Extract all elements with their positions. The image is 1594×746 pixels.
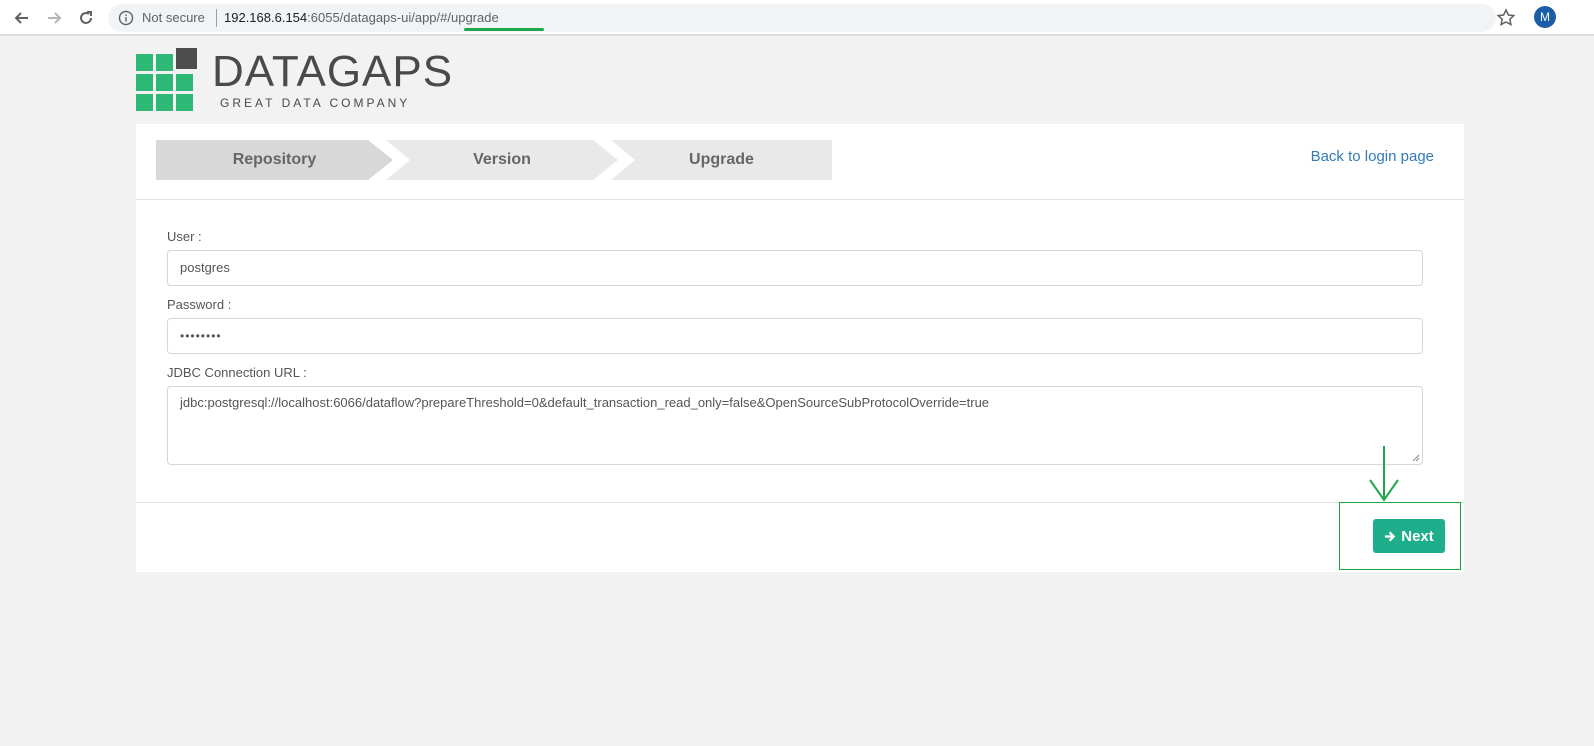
back-to-login-link[interactable]: Back to login page	[1311, 148, 1434, 165]
address-bar[interactable]: Not secure 192.168.6.154:6055/datagaps-u…	[108, 4, 1496, 32]
step-upgrade[interactable]: Upgrade	[611, 140, 832, 180]
jdbc-url-label: JDBC Connection URL :	[167, 365, 307, 380]
upgrade-wizard-card: Repository Version Upgrade Back to login…	[136, 124, 1464, 572]
logo-tagline: GREAT DATA COMPANY	[220, 96, 411, 110]
wizard-steps: Repository Version Upgrade	[156, 140, 836, 180]
info-icon[interactable]	[118, 10, 134, 26]
down-arrow-annotation-icon	[1369, 446, 1399, 502]
security-status: Not secure	[142, 10, 205, 25]
next-highlight-annotation	[1339, 502, 1461, 570]
url-host: 192.168.6.154	[224, 10, 308, 25]
user-label: User :	[167, 229, 202, 244]
avatar[interactable]: M	[1534, 6, 1556, 28]
step-repository[interactable]: Repository	[156, 140, 393, 180]
wizard-footer: Next	[136, 502, 1464, 572]
bookmark-star-icon[interactable]	[1496, 8, 1516, 28]
password-input[interactable]: ••••••••	[167, 318, 1423, 354]
user-input[interactable]: postgres	[167, 250, 1423, 286]
jdbc-url-textarea[interactable]: jdbc:postgresql://localhost:6066/dataflo…	[167, 386, 1423, 465]
url-highlight-annotation	[464, 28, 544, 31]
reload-icon[interactable]	[74, 6, 98, 30]
jdbc-url-value: jdbc:postgresql://localhost:6066/dataflo…	[180, 395, 990, 410]
password-label: Password :	[167, 297, 232, 312]
datagaps-logo: DATAGAPS GREAT DATA COMPANY	[136, 48, 452, 114]
forward-arrow-icon[interactable]	[42, 6, 66, 30]
url-path: :6055/datagaps-ui/app/#/upgrade	[307, 10, 499, 25]
resize-handle-icon[interactable]	[1412, 454, 1420, 462]
url-text[interactable]: 192.168.6.154:6055/datagaps-ui/app/#/upg…	[224, 10, 499, 26]
divider	[216, 9, 217, 27]
wizard-header: Repository Version Upgrade Back to login…	[136, 124, 1464, 200]
back-arrow-icon[interactable]	[10, 6, 34, 30]
logo-name: DATAGAPS	[212, 47, 454, 96]
browser-toolbar: Not secure 192.168.6.154:6055/datagaps-u…	[0, 0, 1594, 36]
logo-grid-icon	[136, 48, 200, 112]
step-version[interactable]: Version	[386, 140, 618, 180]
